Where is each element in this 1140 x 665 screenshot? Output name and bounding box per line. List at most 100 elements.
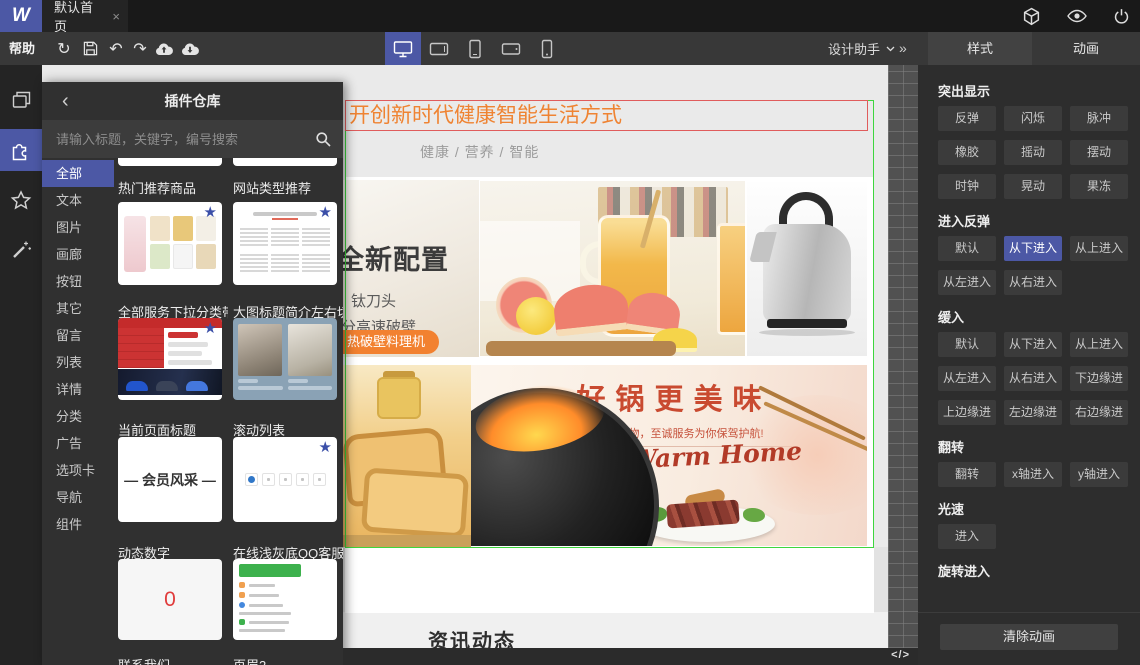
anim-button[interactable]: 从下进入: [1004, 332, 1062, 357]
anim-button[interactable]: 晃动: [1004, 174, 1062, 199]
code-icon[interactable]: </>: [891, 649, 910, 661]
category-item[interactable]: 分类: [42, 403, 114, 430]
canvas-scrollbar[interactable]: [888, 65, 918, 648]
plugin-card-partial[interactable]: [118, 158, 222, 166]
kettle-product-image[interactable]: [747, 182, 867, 356]
toast-image[interactable]: [343, 365, 471, 547]
section-title: 光速: [938, 502, 965, 517]
banner-text-block[interactable]: 全新配置 钛刀头 分高速破壁 热破壁料理机: [343, 180, 479, 357]
plugins-puzzle-icon[interactable]: [0, 129, 42, 171]
page-title[interactable]: 开创新时代健康智能生活方式: [345, 100, 868, 131]
anim-button[interactable]: 默认: [938, 236, 996, 261]
anim-button[interactable]: 从左进入: [938, 366, 996, 391]
expand-panel-button[interactable]: »: [899, 32, 907, 65]
plugin-card-partial[interactable]: [233, 158, 337, 166]
plugin-card-qq-service[interactable]: [233, 559, 337, 640]
anim-button[interactable]: 果冻: [1070, 174, 1128, 199]
tools-wand-icon[interactable]: [0, 229, 42, 271]
plugin-card-big-image-switch[interactable]: [233, 318, 337, 400]
anim-button[interactable]: 反弹: [938, 106, 996, 131]
plugin-categories: 全部 文本 图片 画廊 按钮 其它 留言 列表 详情 分类 广告 选项卡 导航 …: [42, 158, 114, 665]
preview-eye-icon[interactable]: [1067, 9, 1087, 23]
category-item[interactable]: 画廊: [42, 241, 114, 268]
star-icon[interactable]: ★: [204, 321, 217, 336]
phone-portrait-icon[interactable]: [529, 32, 565, 65]
refresh-icon[interactable]: ↻: [52, 32, 76, 65]
anim-button[interactable]: 右边缘进: [1070, 400, 1128, 425]
anim-button[interactable]: 闪烁: [1004, 106, 1062, 131]
category-item[interactable]: 列表: [42, 349, 114, 376]
news-heading[interactable]: 资讯动态: [428, 625, 516, 648]
search-icon[interactable]: [315, 131, 331, 147]
juice-product-image[interactable]: [480, 181, 745, 356]
anim-button[interactable]: 从右进入: [1004, 270, 1062, 295]
anim-button[interactable]: 摇动: [1004, 140, 1062, 165]
category-item[interactable]: 其它: [42, 295, 114, 322]
help-button[interactable]: 帮助: [9, 32, 35, 65]
components-cube-icon[interactable]: [1022, 7, 1041, 26]
search-input[interactable]: [42, 131, 315, 147]
tablet-portrait-icon[interactable]: [457, 32, 493, 65]
anim-button[interactable]: 橡胶: [938, 140, 996, 165]
category-item[interactable]: 组件: [42, 511, 114, 538]
cloud-upload-icon[interactable]: [152, 32, 176, 65]
anim-button[interactable]: 翻转: [938, 462, 996, 487]
category-item[interactable]: 广告: [42, 430, 114, 457]
star-icon[interactable]: ★: [319, 440, 332, 455]
anim-button[interactable]: 默认: [938, 332, 996, 357]
category-item[interactable]: 文本: [42, 187, 114, 214]
category-item[interactable]: 留言: [42, 322, 114, 349]
back-icon[interactable]: ‹: [62, 88, 69, 114]
plugin-card-site-types[interactable]: ★: [233, 202, 337, 285]
desktop-icon[interactable]: [385, 32, 421, 65]
tab-animation[interactable]: 动画: [1032, 32, 1140, 65]
plugin-card-page-title[interactable]: — 会员风采 —: [118, 437, 222, 522]
category-item[interactable]: 图片: [42, 214, 114, 241]
banner-button[interactable]: 热破壁料理机: [343, 330, 440, 354]
clear-animation-button[interactable]: 清除动画: [940, 624, 1118, 650]
anim-button[interactable]: 下边缘进: [1070, 366, 1128, 391]
tab-close-icon[interactable]: ×: [112, 9, 120, 24]
anim-button[interactable]: 脉冲: [1070, 106, 1128, 131]
star-icon[interactable]: ★: [204, 205, 217, 220]
tablet-landscape-icon[interactable]: [421, 32, 457, 65]
anim-button[interactable]: x轴进入: [1004, 462, 1062, 487]
redo-icon[interactable]: ↷: [128, 32, 152, 65]
category-item[interactable]: 按钮: [42, 268, 114, 295]
plugin-card-dynamic-number[interactable]: 0: [118, 559, 222, 640]
number-preview: 0: [118, 559, 222, 640]
favorites-star-icon[interactable]: [0, 179, 42, 221]
anim-button-active[interactable]: 从下进入: [1004, 236, 1062, 261]
category-item[interactable]: 全部: [42, 160, 114, 187]
undo-icon[interactable]: ↶: [104, 32, 128, 65]
app-logo[interactable]: W: [0, 0, 42, 32]
design-assistant-dropdown[interactable]: 设计助手: [828, 32, 895, 65]
save-icon[interactable]: [78, 32, 102, 65]
category-item[interactable]: 详情: [42, 376, 114, 403]
plugin-card-dropdown-menu[interactable]: ★: [118, 318, 222, 400]
cloud-download-icon[interactable]: [178, 32, 202, 65]
anim-button[interactable]: 从右进入: [1004, 366, 1062, 391]
phone-landscape-icon[interactable]: [493, 32, 529, 65]
plugin-card-scroll-list[interactable]: ★: [233, 437, 337, 522]
anim-button[interactable]: 从左进入: [938, 270, 996, 295]
page-tab[interactable]: 默认首页 ×: [42, 0, 128, 34]
anim-button[interactable]: 从上进入: [1070, 332, 1128, 357]
plugin-panel-title: 插件仓库: [164, 93, 221, 109]
plugin-card-hot-products[interactable]: ★: [118, 202, 222, 285]
anim-button[interactable]: 上边缘进: [938, 400, 996, 425]
category-item[interactable]: 导航: [42, 484, 114, 511]
anim-button[interactable]: 摆动: [1070, 140, 1128, 165]
wok-banner-image[interactable]: 好锅更美味 无忧购物，至诚服务为你保驾护航! Warm Home: [471, 365, 867, 546]
page-subtitle[interactable]: 健康 / 营养 / 智能: [420, 142, 539, 162]
anim-button[interactable]: 时钟: [938, 174, 996, 199]
star-icon[interactable]: ★: [319, 205, 332, 220]
anim-button[interactable]: y轴进入: [1070, 462, 1128, 487]
anim-button[interactable]: 进入: [938, 524, 996, 549]
anim-button[interactable]: 左边缘进: [1004, 400, 1062, 425]
pages-icon[interactable]: [0, 79, 42, 121]
category-item[interactable]: 选项卡: [42, 457, 114, 484]
tab-style[interactable]: 样式: [928, 32, 1032, 65]
power-icon[interactable]: [1113, 8, 1130, 25]
anim-button[interactable]: 从上进入: [1070, 236, 1128, 261]
